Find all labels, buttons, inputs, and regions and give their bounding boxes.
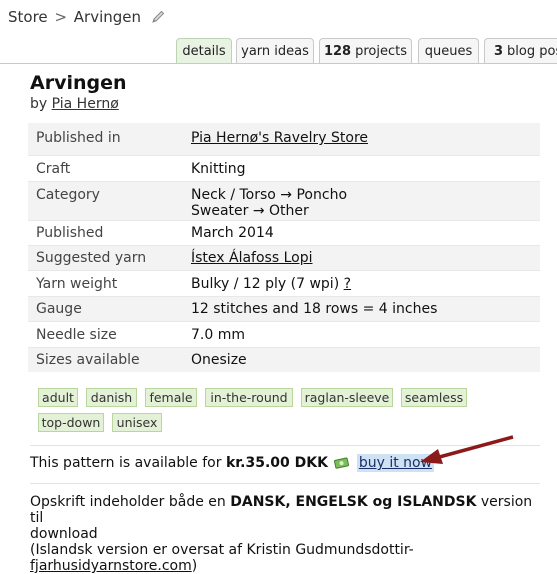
- suggested-yarn-link[interactable]: Ístex Álafoss Lopi: [191, 250, 313, 266]
- tab-details[interactable]: details: [176, 38, 232, 64]
- tag-unisex[interactable]: unisex: [112, 413, 162, 432]
- published-in-link[interactable]: Pia Hernø's Ravelry Store: [191, 130, 368, 146]
- tag-raglan-sleeve[interactable]: raglan-sleeve: [301, 388, 393, 407]
- tag-in-the-round[interactable]: in-the-round: [205, 388, 293, 407]
- description-line: download: [30, 526, 98, 542]
- tab-yarn-ideas[interactable]: yarn ideas: [236, 38, 314, 64]
- page-title: Arvingen: [30, 72, 127, 94]
- row-label: Yarn weight: [36, 275, 118, 292]
- tab-queues[interactable]: queues: [418, 38, 479, 64]
- breadcrumb: Store > Arvingen: [8, 8, 166, 28]
- description-text: Opskrift indeholder både en: [30, 494, 226, 510]
- tab-label: blog pos: [507, 44, 557, 59]
- pattern-details-panel: Arvingen by Pia Hernø Published in Pia H…: [20, 64, 551, 574]
- description-line: Opskrift indeholder både en DANSK, ENGEL…: [30, 494, 545, 526]
- tag-danish[interactable]: danish: [86, 388, 137, 407]
- price: kr.35.00 DKK: [225, 455, 328, 471]
- description-line: (Islandsk version er oversat af Kristin …: [30, 542, 414, 558]
- pencil-icon[interactable]: [151, 9, 166, 28]
- category-line: Neck / Torso → Poncho: [191, 186, 348, 203]
- store-link[interactable]: fjarhusidyarnstore.com: [30, 558, 192, 574]
- red-arrow-icon: [420, 435, 514, 464]
- row-label: Needle size: [36, 326, 117, 343]
- tab-label: queues: [424, 44, 473, 59]
- designer-link[interactable]: Pia Hernø: [52, 96, 119, 112]
- table-row: Suggested yarn Ístex Álafoss Lopi: [28, 245, 540, 270]
- row-label: Suggested yarn: [28, 245, 183, 270]
- tab-label: projects: [355, 44, 408, 59]
- money-icon: [334, 456, 350, 473]
- breadcrumb-separator: >: [54, 8, 68, 26]
- tab-count: 3: [494, 44, 504, 59]
- tab-label: details: [182, 44, 226, 59]
- tag-female[interactable]: female: [145, 388, 197, 407]
- table-row: Published March 2014: [28, 220, 540, 245]
- pattern-description: Opskrift indeholder både en DANSK, ENGEL…: [30, 494, 545, 574]
- tag-top-down[interactable]: top-down: [38, 413, 104, 432]
- tag-adult[interactable]: adult: [38, 388, 78, 407]
- tab-label: yarn ideas: [241, 44, 309, 59]
- table-row: Yarn weight Bulky / 12 ply (7 wpi) ?: [28, 270, 540, 296]
- byline: by Pia Hernø: [30, 96, 119, 112]
- row-value: 7.0 mm: [191, 326, 245, 343]
- table-row: Published in Pia Hernø's Ravelry Store: [28, 123, 540, 155]
- table-row: Category Neck / Torso → Poncho Sweater →…: [28, 181, 540, 220]
- purchase-prefix: This pattern is available for: [30, 455, 222, 471]
- tab-count: 128: [323, 44, 352, 59]
- divider: [30, 483, 540, 484]
- tab-projects[interactable]: 128 projects: [319, 38, 412, 64]
- table-row: Needle size 7.0 mm: [28, 321, 540, 347]
- row-label: Published in: [28, 123, 183, 155]
- description-languages: DANSK, ENGELSK og ISLANDSK: [230, 494, 477, 510]
- breadcrumb-store[interactable]: Store: [8, 8, 48, 26]
- category-value: Neck / Torso → Poncho Sweater → Other: [183, 181, 540, 220]
- row-label: Category: [28, 181, 183, 220]
- row-value: March 2014: [191, 224, 274, 241]
- description-text: ): [191, 558, 198, 574]
- table-row: Gauge 12 stitches and 18 rows = 4 inches: [28, 296, 540, 321]
- details-table: Published in Pia Hernø's Ravelry Store C…: [28, 123, 540, 372]
- tag-seamless[interactable]: seamless: [401, 388, 467, 407]
- row-label: Craft: [36, 160, 71, 177]
- description-line: fjarhusidyarnstore.com): [30, 558, 545, 574]
- byline-prefix: by: [30, 96, 48, 112]
- row-label: Published: [36, 224, 104, 241]
- breadcrumb-current: Arvingen: [73, 8, 142, 26]
- table-row: Sizes available Onesize: [28, 347, 540, 372]
- row-label: Gauge: [28, 296, 183, 321]
- row-value: Knitting: [191, 160, 246, 177]
- tab-blog-posts[interactable]: 3 blog pos: [484, 38, 557, 64]
- category-line: Sweater → Other: [191, 202, 309, 219]
- row-value: Onesize: [183, 347, 540, 372]
- yarn-weight-help-link[interactable]: ?: [344, 276, 351, 292]
- purchase-line: This pattern is available for kr.35.00 D…: [30, 454, 435, 473]
- row-label: Sizes available: [28, 347, 183, 372]
- row-value: Bulky / 12 ply (7 wpi): [191, 275, 340, 292]
- row-value: 12 stitches and 18 rows = 4 inches: [183, 296, 540, 321]
- table-row: Craft Knitting: [28, 155, 540, 181]
